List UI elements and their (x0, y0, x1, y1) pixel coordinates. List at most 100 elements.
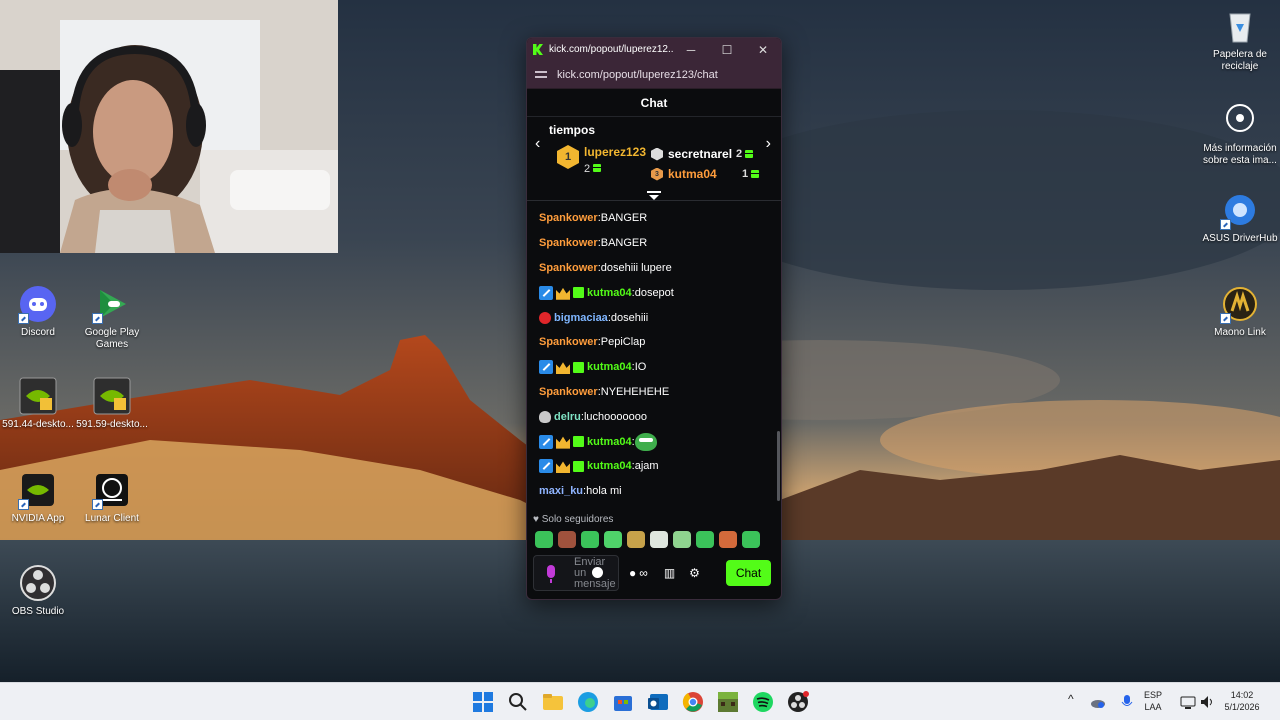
desktop-icon-nvidia-installer-1[interactable]: 591.44-deskto... (0, 376, 76, 431)
infinity-icon[interactable]: ∞ (639, 566, 648, 580)
chat-message: Spankower: BANGER (539, 231, 769, 256)
desktop-icon-recycle-bin[interactable]: Papelera de reciclaje (1202, 6, 1278, 73)
chat-input-bar: Enviar un mensaje ● ∞ ▥ ⚙ Chat (533, 555, 777, 591)
chat-username[interactable]: bigmaciaa (554, 312, 608, 324)
chat-username[interactable]: Spankower (539, 386, 598, 398)
webcam-feed (0, 0, 338, 253)
emote-icon[interactable] (650, 531, 668, 548)
site-settings-icon[interactable] (535, 70, 547, 80)
show-hidden-icons-button[interactable]: ^ (1068, 693, 1074, 705)
desktop-icon-label: 591.44-deskto... (2, 419, 74, 430)
minimize-button[interactable]: ─ (673, 43, 709, 57)
emote-icon[interactable] (604, 531, 622, 548)
chat-message-input[interactable]: Enviar un mensaje (533, 555, 619, 591)
chat-username[interactable]: kutma04 (587, 436, 632, 448)
desktop-icon-label: NVIDIA App (11, 513, 65, 524)
chat-header: Chat (527, 89, 781, 117)
kicks-icon[interactable]: ● (629, 566, 636, 580)
chat-username[interactable]: delru (554, 411, 581, 423)
system-clock[interactable]: 14:02 5/1/2026 (1222, 689, 1262, 713)
emote-icon[interactable] (558, 531, 576, 548)
emote-icon[interactable] (581, 531, 599, 548)
volume-icon[interactable] (1199, 694, 1215, 710)
spotify-icon[interactable] (752, 691, 774, 713)
desktop-icon-maono-link[interactable]: Maono Link (1202, 284, 1278, 339)
chat-username[interactable]: Spankower (539, 336, 598, 348)
gift-b-badge-icon (573, 287, 584, 299)
chat-scrollbar[interactable] (777, 431, 780, 501)
address-bar[interactable]: kick.com/popout/luperez123/chat (527, 61, 781, 89)
chat-message-text: ajam (634, 460, 659, 473)
google-play-games-icon (92, 284, 132, 324)
obs-studio-icon (18, 563, 58, 603)
url-text[interactable]: kick.com/popout/luperez123/chat (557, 69, 718, 81)
kick-chat-popout-window[interactable]: kick.com/popout/luperez12... ─ ☐ ✕ kick.… (526, 37, 782, 600)
onedrive-icon[interactable] (1090, 694, 1106, 710)
asus-driverhub-icon (1220, 190, 1260, 230)
mod-badge-icon (539, 285, 553, 300)
outlook-icon[interactable] (647, 691, 669, 713)
chat-username[interactable]: Spankower (539, 212, 598, 224)
leaderboard-next-button[interactable]: › (766, 135, 771, 153)
network-icon[interactable] (1180, 694, 1196, 710)
chat-username[interactable]: Spankower (539, 237, 598, 249)
chat-message-text: BANGER (600, 237, 648, 250)
input-language-indicator[interactable]: ESP LAA (1144, 689, 1162, 713)
microphone-tray-icon[interactable] (1119, 694, 1135, 710)
crown-badge-icon (556, 362, 570, 375)
emote-icon[interactable] (627, 531, 645, 548)
emote-icon[interactable] (673, 531, 691, 548)
chat-username[interactable]: maxi_ku (539, 485, 583, 497)
emote-icon[interactable] (535, 531, 553, 548)
shortcut-arrow-icon (18, 313, 29, 324)
send-chat-button[interactable]: Chat (726, 560, 771, 586)
desktop-icon-obs-studio[interactable]: OBS Studio (0, 563, 76, 618)
chrome-icon[interactable] (682, 691, 704, 713)
desktop-icon-nvidia-app[interactable]: NVIDIA App (0, 470, 76, 525)
windows-start-icon[interactable] (472, 691, 494, 713)
emoji-picker-icon[interactable] (592, 567, 603, 578)
chat-message: kutma04: IO (539, 355, 769, 380)
store-icon[interactable]: ▥ (664, 566, 675, 580)
desktop-icon-lunar-client[interactable]: Lunar Client (74, 470, 150, 525)
desktop-icon-google-play-games[interactable]: Google Play Games (74, 284, 150, 351)
leaderboard-third-name[interactable]: kutma04 (668, 167, 736, 181)
mod-badge-icon (539, 434, 553, 449)
gold-rank-badge-icon: 1 (557, 145, 579, 169)
emote-icon[interactable] (742, 531, 760, 548)
chat-message: Spankower: dosehiii lupere (539, 256, 769, 281)
search-icon[interactable] (507, 691, 529, 713)
leaderboard-second-name[interactable]: secretnarel (668, 147, 736, 161)
shortcut-arrow-icon (92, 499, 103, 510)
close-button[interactable]: ✕ (745, 43, 781, 57)
emote-icon[interactable] (719, 531, 737, 548)
file-explorer-icon[interactable] (542, 691, 564, 713)
gift-b-badge-icon (573, 436, 584, 448)
minecraft-launcher-icon[interactable] (717, 691, 739, 713)
chat-username[interactable]: Spankower (539, 262, 598, 274)
leaderboard-first-count: 2 (584, 163, 591, 175)
desktop-icon-info[interactable]: Más información sobre esta ima... (1202, 100, 1278, 167)
desktop-icon-nvidia-installer-2[interactable]: 591.59-deskto... (74, 376, 150, 431)
collapse-leaderboard-icon[interactable] (647, 191, 661, 201)
leaderboard-first-name[interactable]: luperez123 (584, 145, 646, 159)
window-titlebar[interactable]: kick.com/popout/luperez12... ─ ☐ ✕ (527, 38, 781, 61)
emote-icon[interactable] (696, 531, 714, 548)
leaderboard-prev-button[interactable]: ‹ (535, 135, 540, 153)
language-code: ESP (1144, 690, 1163, 700)
crown-badge-icon (556, 461, 570, 474)
chat-message-list[interactable]: Spankower: BANGER Spankower: BANGER Spanko… (527, 201, 781, 504)
chat-username[interactable]: kutma04 (587, 460, 632, 472)
mask-badge-icon (539, 410, 551, 423)
desktop-icon-discord[interactable]: Discord (0, 284, 76, 339)
microphone-icon[interactable] (547, 565, 555, 583)
chat-username[interactable]: kutma04 (587, 361, 632, 373)
shortcut-arrow-icon (18, 499, 29, 510)
chat-username[interactable]: kutma04 (587, 287, 632, 299)
maximize-button[interactable]: ☐ (709, 43, 745, 57)
chat-settings-icon[interactable]: ⚙ (689, 566, 700, 580)
obs-taskbar-icon[interactable] (787, 691, 809, 713)
microsoft-store-icon[interactable] (612, 691, 634, 713)
desktop-icon-asus-driverhub[interactable]: ASUS DriverHub (1202, 190, 1278, 245)
edge-browser-icon[interactable] (577, 691, 599, 713)
